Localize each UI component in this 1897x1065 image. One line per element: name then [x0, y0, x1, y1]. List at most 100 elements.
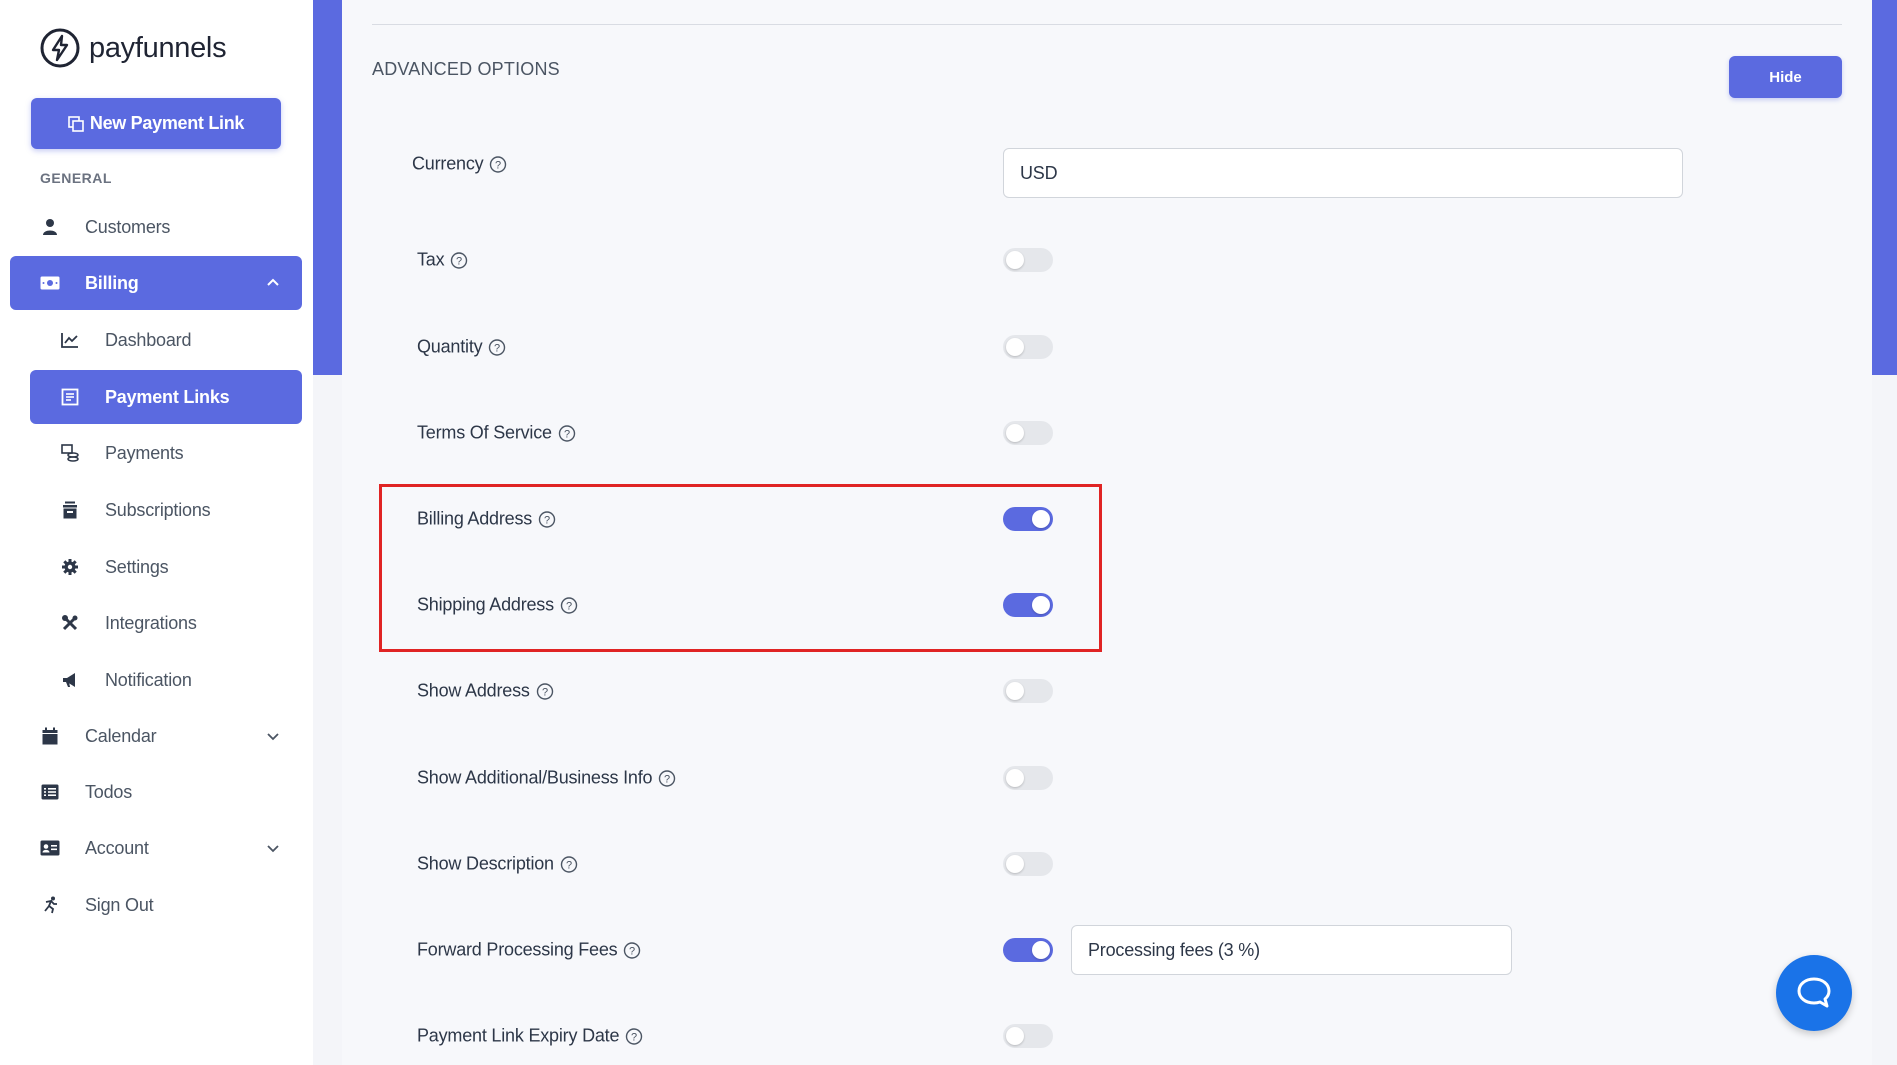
toggle-knob [1032, 596, 1050, 614]
svg-text:?: ? [542, 686, 548, 698]
new-payment-link-button[interactable]: New Payment Link [31, 98, 281, 149]
sidebar-item-customers[interactable]: Customers [10, 200, 302, 254]
show-description-toggle[interactable] [1003, 852, 1053, 876]
sidebar-item-subscriptions[interactable]: Subscriptions [30, 483, 302, 537]
svg-text:?: ? [630, 945, 636, 957]
sidebar-item-todos[interactable]: Todos [10, 765, 302, 819]
archive-icon [60, 500, 80, 520]
line-chart-icon [60, 330, 80, 350]
sidebar-item-sign-out[interactable]: Sign Out [10, 878, 302, 932]
toggle-knob [1032, 941, 1050, 959]
toggle-knob [1006, 424, 1024, 442]
advanced-options-title: ADVANCED OPTIONS [372, 59, 560, 79]
coins-icon [60, 443, 80, 463]
toggle-knob [1006, 338, 1024, 356]
running-person-icon [40, 895, 60, 915]
help-icon[interactable]: ? [625, 1027, 643, 1045]
help-icon[interactable]: ? [489, 155, 507, 173]
tax-toggle[interactable] [1003, 248, 1053, 272]
new-link-icon [68, 115, 84, 132]
svg-text:?: ? [495, 159, 501, 171]
sidebar-item-payments[interactable]: Payments [30, 426, 302, 480]
advanced-options-card: ADVANCED OPTIONS Hide Currency ? USD Tax… [342, 0, 1872, 1065]
chat-icon [1797, 977, 1831, 1008]
show-address-label: Show Address? [417, 681, 554, 702]
help-icon[interactable]: ? [623, 941, 641, 959]
tools-icon [60, 613, 80, 633]
toggle-knob [1006, 251, 1024, 269]
show-additional-business-info-toggle[interactable] [1003, 766, 1053, 790]
section-general-label: GENERAL [40, 170, 112, 186]
shipping-address-label: Shipping Address? [417, 595, 578, 616]
chevron-down-icon [267, 733, 279, 741]
gear-icon [60, 557, 80, 577]
help-icon[interactable]: ? [658, 769, 676, 787]
help-icon[interactable]: ? [560, 855, 578, 873]
megaphone-icon [60, 670, 80, 690]
header-accent-left [313, 0, 342, 375]
money-icon [40, 273, 60, 293]
sidebar-item-account[interactable]: Account [10, 821, 302, 875]
sidebar-item-dashboard[interactable]: Dashboard [30, 313, 302, 367]
show-additional-business-info-label: Show Additional/Business Info? [417, 768, 676, 789]
sidebar-item-integrations[interactable]: Integrations [30, 596, 302, 650]
terms-of-service-toggle[interactable] [1003, 421, 1053, 445]
brand-logo[interactable]: payfunnels [39, 27, 227, 69]
payment-link-expiry-date-toggle[interactable] [1003, 1024, 1053, 1048]
hide-button[interactable]: Hide [1729, 56, 1842, 98]
currency-input[interactable]: USD [1003, 148, 1683, 198]
svg-text:?: ? [494, 342, 500, 354]
billing-address-label: Billing Address? [417, 509, 556, 530]
terms-of-service-label: Terms Of Service? [417, 423, 576, 444]
list-icon [40, 782, 60, 802]
shipping-address-toggle[interactable] [1003, 593, 1053, 617]
quantity-toggle[interactable] [1003, 335, 1053, 359]
toggle-knob [1006, 855, 1024, 873]
new-payment-link-label: New Payment Link [89, 113, 245, 133]
brand-name: payfunnels [89, 31, 227, 64]
help-icon[interactable]: ? [536, 682, 554, 700]
sidebar-item-payment-links[interactable]: Payment Links [30, 370, 302, 424]
sidebar-item-settings[interactable]: Settings [30, 540, 302, 594]
help-icon[interactable]: ? [558, 424, 576, 442]
help-icon[interactable]: ? [560, 596, 578, 614]
forward-processing-fees-label: Forward Processing Fees? [417, 940, 641, 961]
receipt-icon [60, 387, 80, 407]
svg-text:?: ? [664, 773, 670, 785]
toggle-knob [1006, 769, 1024, 787]
chevron-up-icon [267, 278, 279, 286]
payment-link-expiry-date-label: Payment Link Expiry Date? [417, 1026, 643, 1047]
forward-processing-fees-toggle[interactable] [1003, 938, 1053, 962]
currency-label: Currency ? [412, 154, 507, 175]
show-description-label: Show Description? [417, 854, 578, 875]
header-accent-right [1872, 0, 1897, 375]
toggle-knob [1006, 1027, 1024, 1045]
chat-widget-button[interactable] [1776, 955, 1852, 1031]
sidebar-item-calendar[interactable]: Calendar [10, 709, 302, 763]
billing-address-toggle[interactable] [1003, 507, 1053, 531]
chevron-down-icon [267, 845, 279, 853]
sidebar-item-billing[interactable]: Billing [10, 256, 302, 310]
user-icon [40, 217, 60, 237]
svg-text:?: ? [566, 859, 572, 871]
help-icon[interactable]: ? [538, 510, 556, 528]
sidebar-item-notification[interactable]: Notification [30, 653, 302, 707]
calendar-icon [40, 726, 60, 746]
bolt-logo-icon [40, 28, 80, 68]
card-divider [372, 24, 1842, 25]
quantity-label: Quantity? [417, 337, 506, 358]
toggle-knob [1006, 682, 1024, 700]
help-icon[interactable]: ? [488, 338, 506, 356]
toggle-knob [1032, 510, 1050, 528]
svg-text:?: ? [456, 255, 462, 267]
help-icon[interactable]: ? [450, 251, 468, 269]
show-address-toggle[interactable] [1003, 679, 1053, 703]
tax-label: Tax? [417, 250, 468, 271]
svg-text:?: ? [564, 428, 570, 440]
svg-text:?: ? [544, 514, 550, 526]
id-card-icon [40, 838, 60, 858]
forward-processing-fees-input[interactable]: Processing fees (3 %) [1071, 925, 1512, 975]
svg-text:?: ? [566, 600, 572, 612]
sidebar: payfunnels New Payment Link GENERAL Cust… [0, 0, 313, 1065]
svg-text:?: ? [631, 1031, 637, 1043]
